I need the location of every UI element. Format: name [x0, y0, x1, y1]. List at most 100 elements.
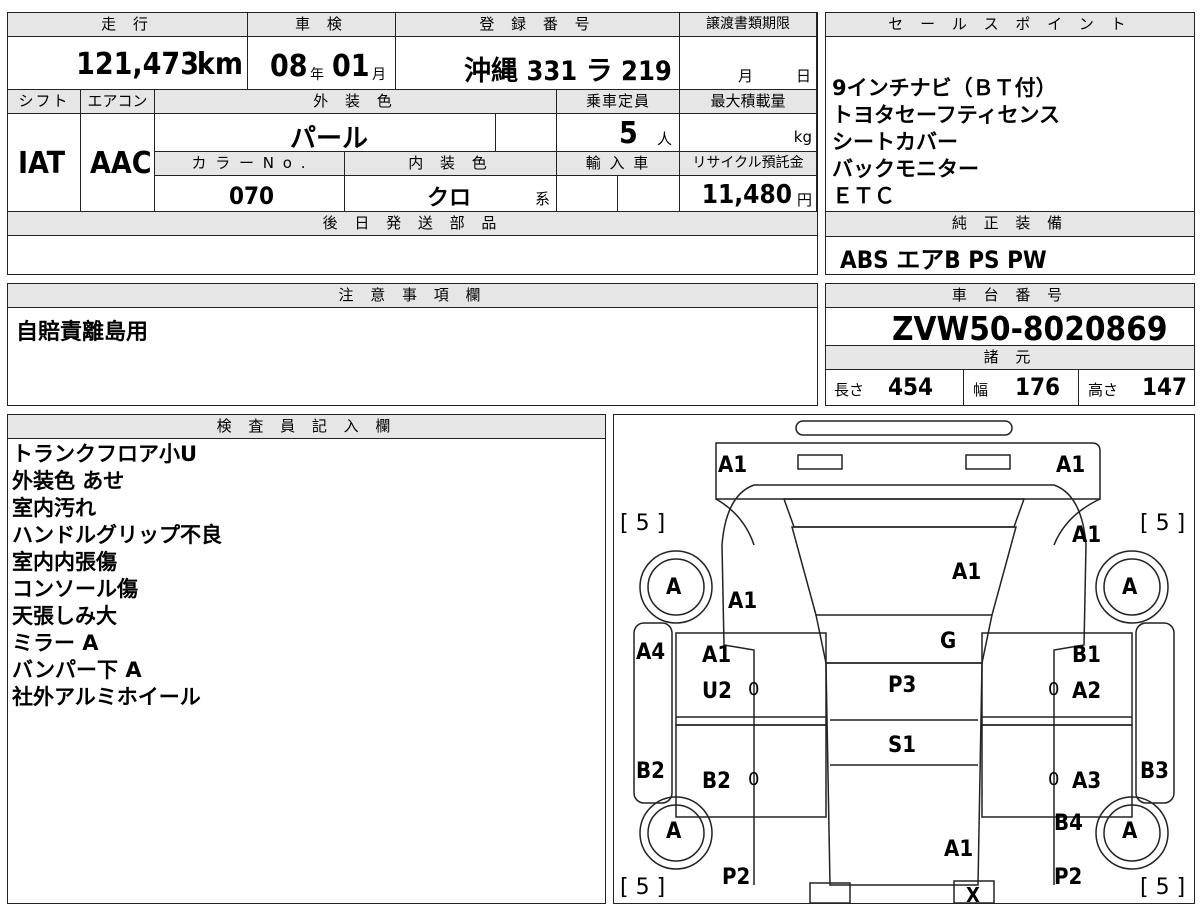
seats-value: 5	[619, 116, 638, 151]
inspector-item: 天張しみ大	[12, 604, 117, 628]
height-label: 高さ	[1088, 381, 1119, 399]
sales-point-item: 9インチナビ（ＢＴ付）	[832, 76, 1057, 100]
inspector-item: 室内汚れ	[12, 496, 96, 520]
front-grille-shape	[809, 882, 851, 903]
length-cell: 長さ 454	[826, 370, 964, 405]
left-rocker-label: B2	[636, 759, 665, 784]
mileage-cell: 121,473 km	[8, 37, 248, 90]
left-front-fender-label: P2	[722, 865, 751, 890]
width-cell: 幅 176	[963, 370, 1079, 405]
deadline-cell: 月 日	[680, 37, 817, 90]
wheel-rl-label: A	[666, 575, 682, 600]
color-no-cell: 070	[155, 176, 345, 212]
roof-label: P3	[888, 673, 917, 698]
inspector-item: 社外アルミホイール	[12, 685, 201, 709]
wheel-fl-label: A	[666, 819, 682, 844]
shift-header: シフト	[8, 90, 81, 114]
exterior-value: パール	[290, 124, 369, 154]
notes-value: 自賠責離島用	[16, 320, 149, 345]
wheel-fr-label: A	[1122, 819, 1138, 844]
shaken-cell: 08 年 01 月	[248, 37, 396, 90]
ac-cell: AAC	[81, 114, 155, 212]
tire-tl-label: [ 5 ]	[620, 511, 666, 536]
load-unit: kg	[793, 128, 812, 146]
rear-light-right	[965, 454, 1011, 470]
registration-header: 登 録 番 号	[396, 13, 680, 37]
inspector-item: バンパー下 A	[12, 658, 142, 682]
right-rear-door-label: A2	[1072, 679, 1102, 704]
inspector-item: トランクフロア小U	[12, 442, 198, 466]
zero-mark-4: 0	[1048, 769, 1060, 790]
width-value: 176	[1015, 373, 1061, 401]
inspector-item: ハンドルグリップ不良	[12, 523, 222, 547]
notes-header: 注 意 事 項 欄	[8, 284, 817, 308]
sales-point-box: セ ー ル ス ポ イ ン ト 9インチナビ（ＢＴ付） トヨタセーフティセンス …	[825, 12, 1195, 212]
left-rear-door2-label: U2	[702, 679, 732, 704]
right-rear-top-label: B1	[1072, 643, 1101, 668]
load-cell: kg	[680, 114, 817, 152]
shaken-month-unit: 月	[372, 67, 386, 83]
recycle-header: リサイクル預託金	[680, 152, 817, 176]
chassis-box: 車 台 番 号 ZVW50-8020869 諸 元 長さ 454 幅 176 高…	[825, 283, 1195, 406]
front-x-label: X	[966, 883, 980, 907]
ac-header: エアコン	[81, 90, 155, 114]
roof2-label: S1	[888, 733, 917, 758]
seats-cell: 5 人	[557, 114, 680, 152]
length-label: 長さ	[834, 381, 865, 399]
sales-point-list: 9インチナビ（ＢＴ付） トヨタセーフティセンス シートカバー バックモニター Ｅ…	[832, 75, 1060, 210]
vehicle-info-table: 走 行 車 検 登 録 番 号 譲渡書類期限 121,473 km 08 年 0…	[7, 12, 818, 275]
zero-mark-3: 0	[748, 769, 760, 790]
rear-glass-lower	[815, 614, 993, 664]
inspector-box: 検 査 員 記 入 欄 トランクフロア小U 外装色 あせ 室内汚れ ハンドルグリ…	[7, 414, 606, 904]
color-no-value: 070	[229, 182, 275, 210]
shaken-header: 車 検	[248, 13, 396, 37]
interior-header: 内 装 色	[345, 152, 557, 176]
exterior-header: 外 装 色	[155, 90, 557, 114]
sales-point-item: トヨタセーフティセンス	[832, 103, 1061, 127]
equipment-header: 純 正 装 備	[826, 212, 1194, 237]
recycle-unit: 円	[796, 191, 812, 209]
left-rear-label: A4	[636, 640, 666, 665]
deadline-month: 月	[738, 67, 754, 85]
mileage-unit: km	[196, 47, 243, 82]
rear-spoiler-shape	[795, 420, 1013, 436]
equipment-value: ABS エアB PS PW	[840, 246, 1047, 274]
rear-bumper-shape	[715, 442, 1101, 500]
deadline-day: 日	[796, 67, 812, 85]
rear-right-label: A1	[1056, 453, 1086, 478]
shaken-year-unit: 年	[310, 67, 324, 83]
deadline-header: 譲渡書類期限	[680, 13, 817, 37]
right-front-label: B4	[1054, 811, 1083, 836]
shift-cell: IAT	[8, 114, 81, 212]
ac-value: AAC	[90, 146, 152, 181]
height-cell: 高さ 147	[1078, 370, 1194, 405]
mileage-value: 121,473	[76, 47, 199, 82]
import-cell-2	[618, 176, 680, 212]
seats-header: 乗車定員	[557, 90, 680, 114]
notes-box: 注 意 事 項 欄 自賠責離島用	[7, 283, 818, 406]
import-cell-1	[557, 176, 618, 212]
pillar-left-label: A1	[728, 589, 758, 614]
trunk-lid-shape	[782, 498, 1026, 528]
dimensions-header: 諸 元	[826, 345, 1194, 370]
right-front-door-label: A3	[1072, 769, 1102, 794]
right-rocker-label: B3	[1140, 759, 1169, 784]
sales-point-item: バックモニター	[832, 157, 979, 181]
sales-point-header: セ ー ル ス ポ イ ン ト	[826, 13, 1194, 37]
color-no-header: カ ラ ー N o .	[155, 152, 345, 176]
right-front-fender-label: P2	[1054, 865, 1083, 890]
interior-unit: 系	[534, 190, 550, 208]
later-parts-header: 後 日 発 送 部 品	[8, 212, 817, 236]
inspector-item: 外装色 あせ	[12, 469, 125, 493]
left-front-door-label: B2	[702, 769, 731, 794]
registration-value: 沖縄 331 ラ 219	[464, 56, 672, 87]
sales-point-item: シートカバー	[832, 130, 958, 154]
inspector-item: 室内内張傷	[12, 550, 117, 574]
width-label: 幅	[973, 381, 989, 399]
car-diagram-box: [ 5 ] [ 5 ] [ 5 ] [ 5 ] A1 A1 A A A A A1…	[613, 414, 1195, 907]
left-rear-door-label: A1	[702, 643, 732, 668]
interior-value: クロ	[427, 186, 472, 211]
rear-light-left	[797, 454, 843, 470]
load-header: 最大積載量	[680, 90, 817, 114]
inspector-item: ミラー A	[12, 631, 99, 655]
